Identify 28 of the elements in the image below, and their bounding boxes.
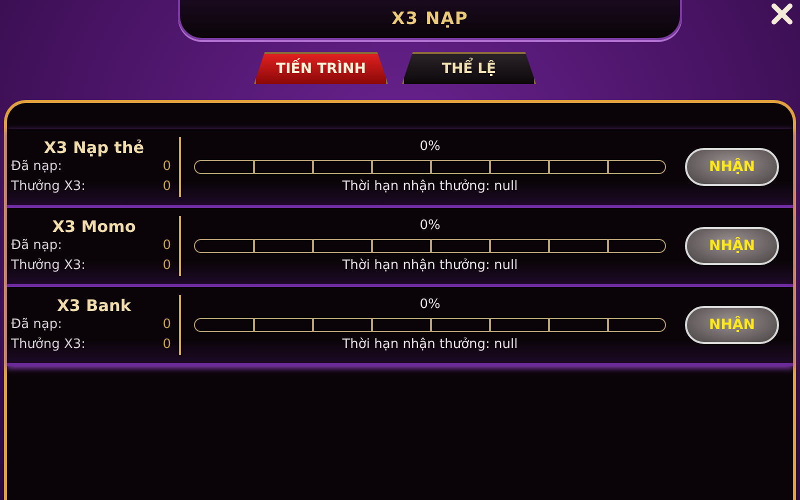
progress-percent: 0%	[420, 217, 440, 235]
tab[interactable]: THỂ LỆ	[402, 52, 536, 84]
close-icon[interactable]	[770, 2, 794, 26]
window-title: X3 NẠP	[392, 9, 468, 29]
bonus-value: 0	[162, 256, 171, 274]
deposit-value: 0	[162, 236, 171, 254]
tab[interactable]: TIẾN TRÌNH	[254, 52, 388, 84]
deposit-value: 0	[162, 158, 171, 176]
bonus-value: 0	[162, 178, 171, 196]
claim-button[interactable]: NHẬN	[685, 148, 779, 186]
deadline-text: Thời hạn nhận thưởng: null	[342, 336, 518, 354]
row-title: X3 Nạp thẻ	[44, 138, 144, 156]
row-title: X3 Bank	[56, 296, 132, 314]
deadline-text: Thời hạn nhận thưởng: null	[342, 257, 518, 275]
bonus-label: Thưởng X3:	[11, 178, 86, 196]
claim-button[interactable]: NHẬN	[685, 227, 779, 265]
bonus-value: 0	[162, 336, 171, 354]
progress-percent: 0%	[420, 296, 440, 314]
claim-button[interactable]: NHẬN	[685, 306, 779, 344]
deadline-text: Thời hạn nhận thưởng: null	[342, 178, 518, 196]
bonus-label: Thưởng X3:	[11, 336, 86, 354]
deposit-label: Đã nạp:	[11, 236, 62, 254]
row-title: X3 Momo	[52, 216, 136, 236]
progress-percent: 0%	[420, 138, 440, 156]
deposit-label: Đã nạp:	[11, 316, 62, 334]
deposit-value: 0	[162, 316, 171, 334]
deposit-label: Đã nạp:	[11, 158, 62, 176]
bonus-label: Thưởng X3:	[11, 256, 86, 274]
